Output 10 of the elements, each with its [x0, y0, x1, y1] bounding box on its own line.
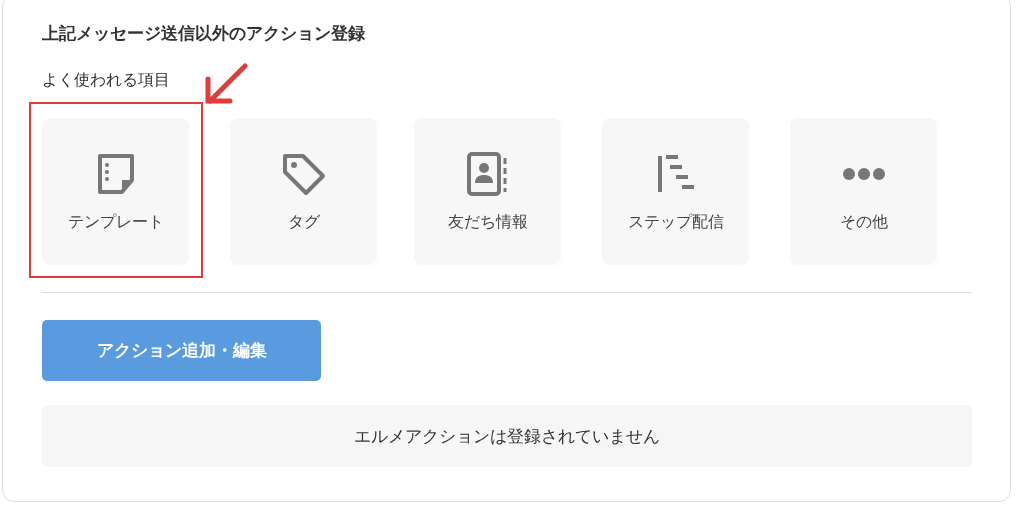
action-tile[interactable]: テンプレート	[42, 118, 189, 265]
action-tile[interactable]: その他	[790, 118, 937, 265]
section-title: 上記メッセージ送信以外のアクション登録	[42, 22, 366, 45]
annotation-arrow	[205, 63, 248, 104]
action-tile[interactable]: 友だち情報	[414, 118, 561, 265]
action-tile[interactable]: タグ	[230, 118, 377, 265]
more-icon	[840, 168, 887, 180]
action-tile[interactable]: ステップ配信	[602, 118, 749, 265]
subtitle: よく使われる項目	[42, 69, 170, 91]
empty-message: エルメアクションは登録されていません	[42, 405, 972, 467]
